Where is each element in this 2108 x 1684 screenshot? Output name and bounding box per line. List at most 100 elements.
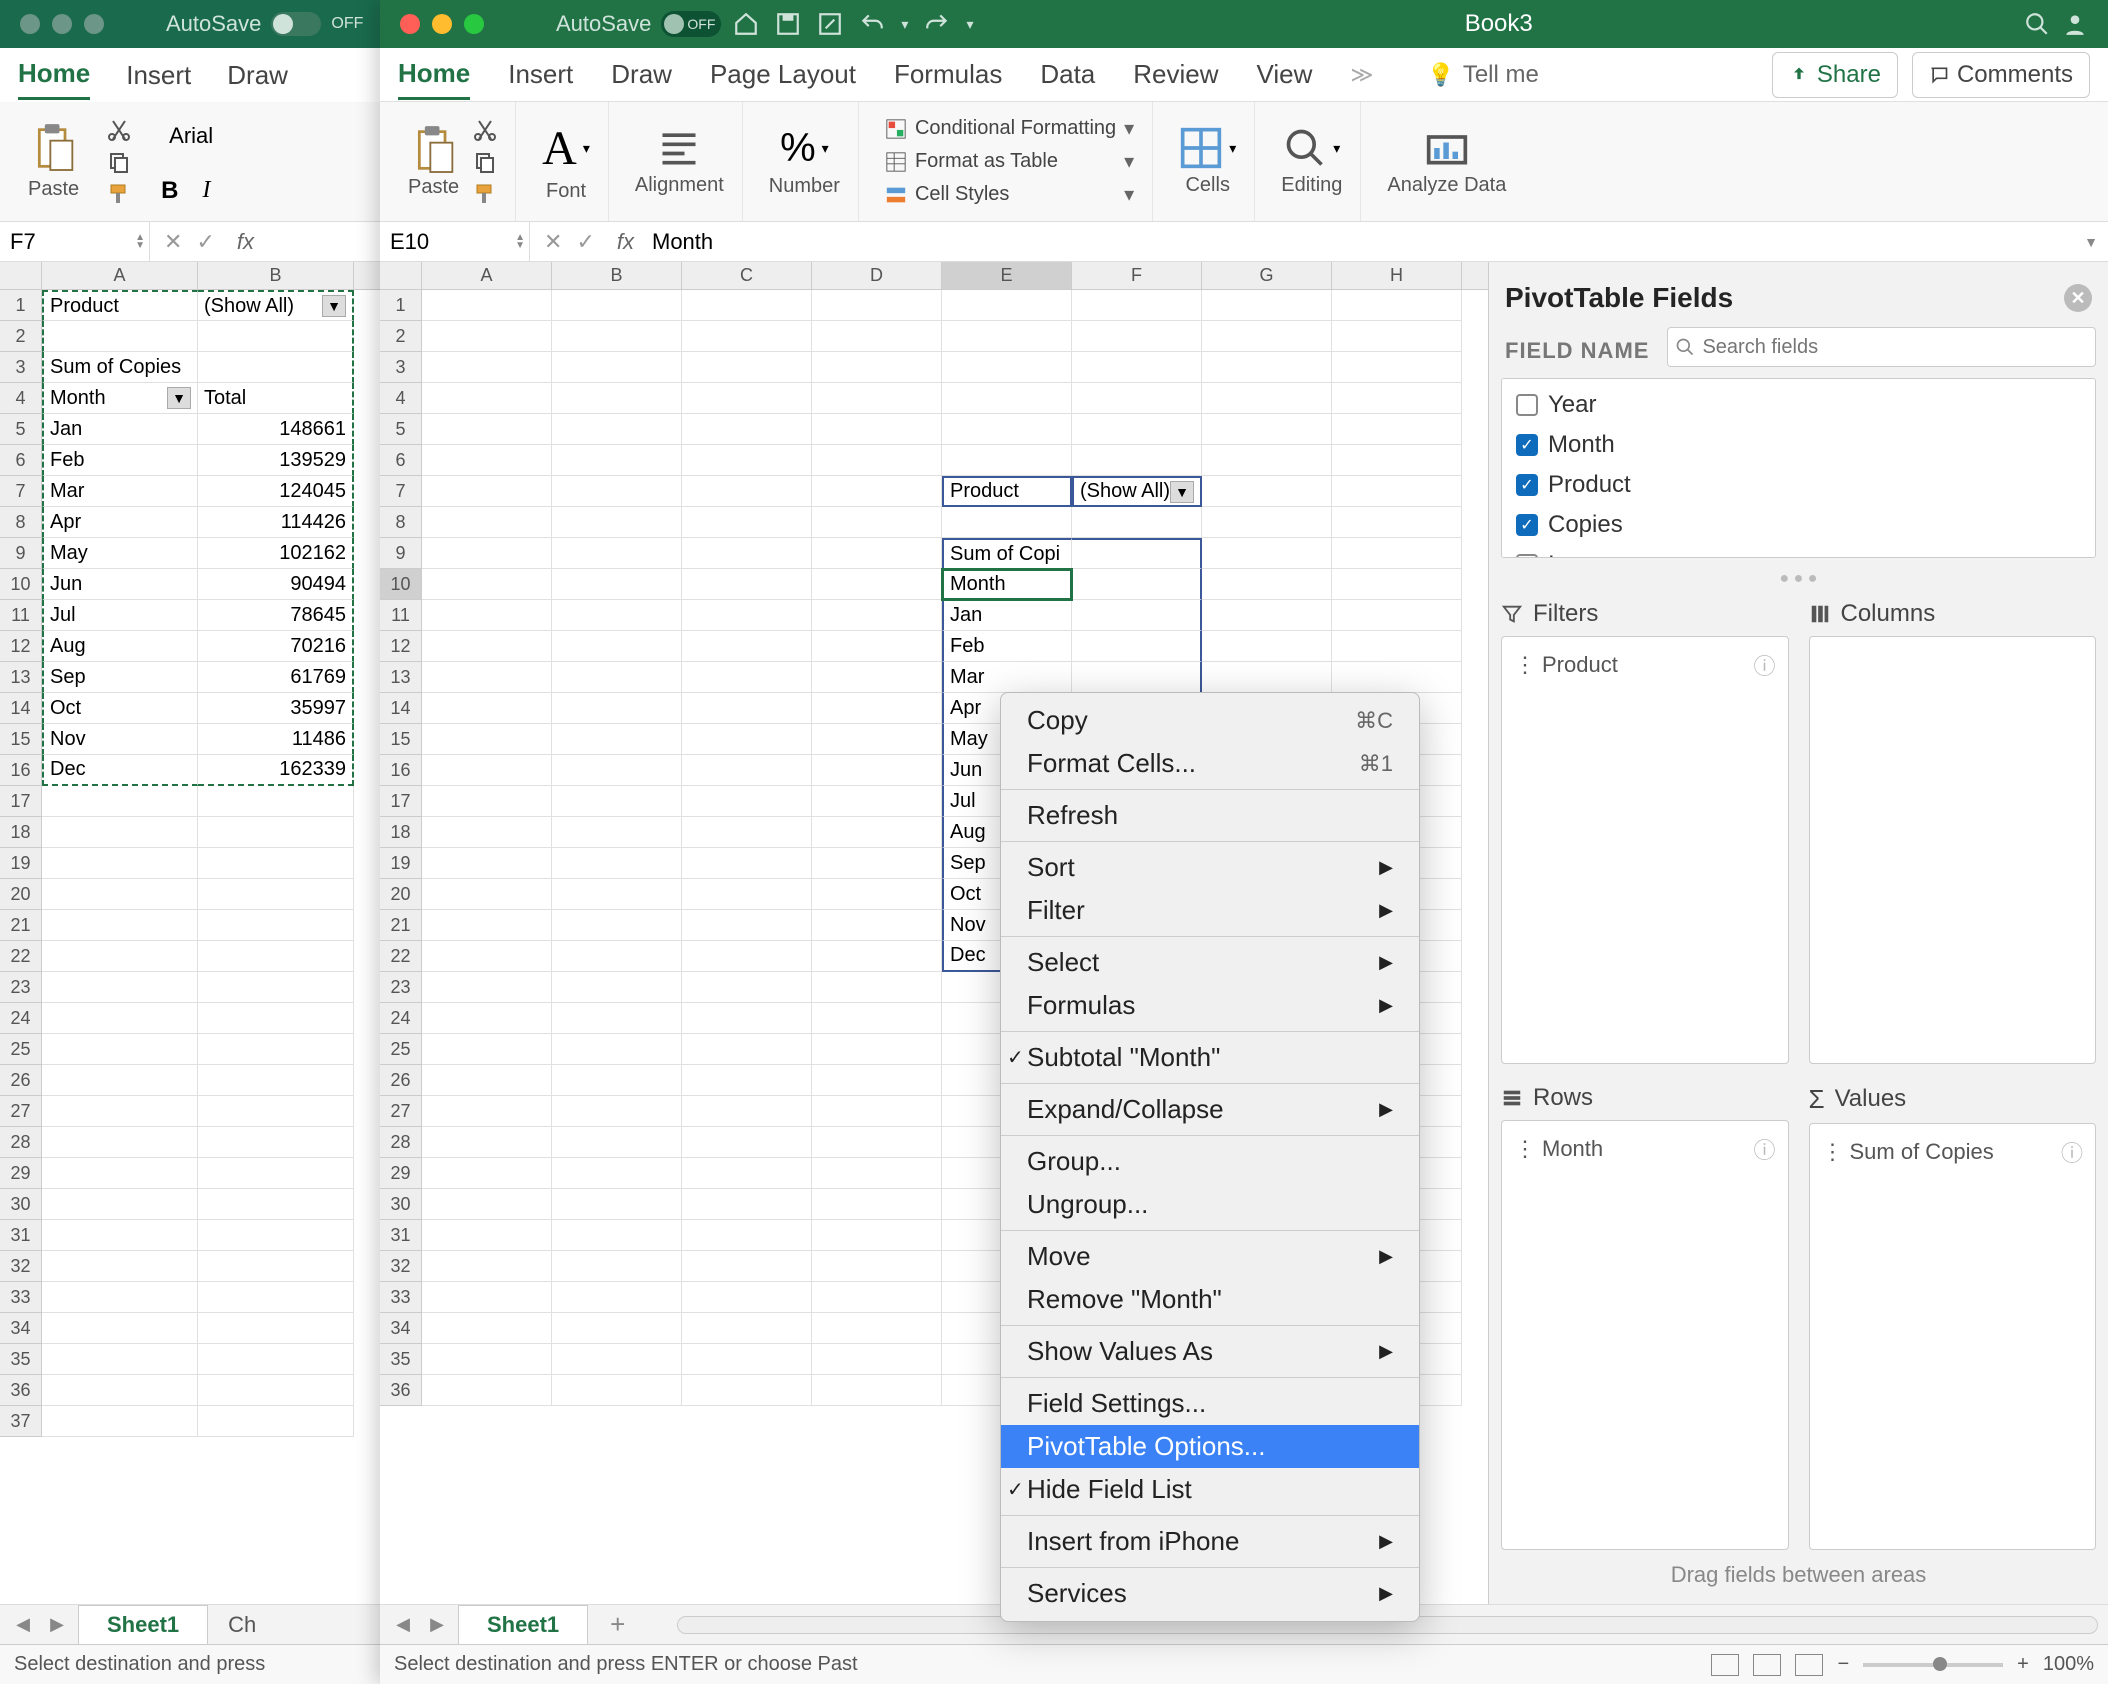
cell[interactable] [1202,290,1332,321]
cell[interactable] [42,1158,198,1189]
row-header[interactable]: 10 [0,569,42,600]
cell[interactable] [422,445,552,476]
menu-item[interactable]: PivotTable Options... [1001,1425,1419,1468]
bg-grid[interactable]: A B 1Product(Show All)▼23Sum of Copies4M… [0,262,380,1437]
column-header-d[interactable]: D [812,262,942,289]
cell[interactable] [1332,631,1462,662]
cell[interactable] [682,786,812,817]
cell[interactable] [1072,631,1202,662]
info-icon[interactable]: ⓘ [1753,1133,1775,1165]
row-header[interactable]: 14 [0,693,42,724]
cell[interactable] [422,414,552,445]
cell[interactable] [198,786,354,817]
cell[interactable] [1332,662,1462,693]
undo-icon[interactable] [859,11,885,37]
cell[interactable] [198,352,354,383]
cell[interactable]: Feb [942,631,1072,662]
cell[interactable] [552,1065,682,1096]
cell[interactable] [1332,414,1462,445]
row-header[interactable]: 27 [0,1096,42,1127]
cell[interactable] [812,1313,942,1344]
cell[interactable] [422,383,552,414]
row-header[interactable]: 20 [0,879,42,910]
cell[interactable] [552,538,682,569]
cancel-icon[interactable]: ✕ [544,229,562,255]
menu-item[interactable]: ✓Hide Field List [1001,1468,1419,1511]
cell[interactable] [42,1034,198,1065]
menu-item[interactable]: Copy⌘C [1001,699,1419,742]
cell[interactable] [942,445,1072,476]
row-header[interactable]: 21 [380,910,422,941]
menu-item[interactable]: Field Settings... [1001,1382,1419,1425]
cell[interactable] [812,1282,942,1313]
cell[interactable] [422,1375,552,1406]
cell[interactable] [682,1344,812,1375]
cell[interactable] [1072,507,1202,538]
cell[interactable] [42,1127,198,1158]
row-header[interactable]: 32 [380,1251,422,1282]
cell[interactable] [812,290,942,321]
cell[interactable] [422,1251,552,1282]
cell[interactable]: Jul [42,600,198,631]
cell[interactable] [812,383,942,414]
cell[interactable] [552,507,682,538]
cell[interactable] [422,352,552,383]
save-icon[interactable] [775,11,801,37]
edit-icon[interactable] [817,11,843,37]
cell[interactable]: 90494 [198,569,354,600]
cell[interactable] [682,414,812,445]
row-header[interactable]: 35 [380,1344,422,1375]
cell[interactable] [422,1034,552,1065]
cell[interactable] [422,941,552,972]
cell[interactable] [1202,507,1332,538]
bg-sheet-2[interactable]: Ch [216,1606,268,1644]
cell[interactable] [552,879,682,910]
bg-prev-sheet[interactable]: ◀ [10,1612,36,1638]
cell[interactable] [552,755,682,786]
cell[interactable] [682,538,812,569]
cell[interactable]: 78645 [198,600,354,631]
paste-icon[interactable] [32,122,76,174]
value-item[interactable]: ⋮Sum of Copiesⓘ [1818,1132,2088,1172]
cell[interactable]: Jun [42,569,198,600]
cell[interactable] [682,569,812,600]
cell[interactable] [812,414,942,445]
cell[interactable] [422,1003,552,1034]
cell[interactable] [812,724,942,755]
row-header[interactable]: 29 [380,1158,422,1189]
cell[interactable]: 162339 [198,755,354,786]
cell[interactable] [422,1096,552,1127]
column-header-g[interactable]: G [1202,262,1332,289]
cell[interactable] [198,1220,354,1251]
cell[interactable] [552,972,682,1003]
row-header[interactable]: 16 [0,755,42,786]
cell[interactable] [552,476,682,507]
row-header[interactable]: 2 [0,321,42,352]
cell[interactable] [42,1375,198,1406]
cell[interactable] [1202,383,1332,414]
close-pane-icon[interactable]: ✕ [2064,284,2092,312]
cell[interactable] [552,1096,682,1127]
row-header[interactable]: 12 [0,631,42,662]
cell[interactable] [42,1096,198,1127]
cell[interactable]: Aug [42,631,198,662]
row-header[interactable]: 9 [0,538,42,569]
cell[interactable] [812,1189,942,1220]
cell[interactable] [812,1158,942,1189]
enter-icon[interactable]: ✓ [576,229,594,255]
row-header[interactable]: 13 [380,662,422,693]
row-header[interactable]: 5 [0,414,42,445]
row-header[interactable]: 28 [0,1127,42,1158]
cell[interactable] [198,1127,354,1158]
cell[interactable] [552,1220,682,1251]
cell[interactable] [552,662,682,693]
cell-styles[interactable]: Cell Styles▾ [881,180,1138,209]
bg-minimize-icon[interactable] [52,14,72,34]
cell[interactable] [422,724,552,755]
format-painter-icon[interactable] [473,182,497,206]
cell[interactable] [552,693,682,724]
cell[interactable]: Product [942,476,1072,507]
account-icon[interactable] [2062,11,2088,37]
cell[interactable] [1332,476,1462,507]
cell[interactable] [1332,321,1462,352]
